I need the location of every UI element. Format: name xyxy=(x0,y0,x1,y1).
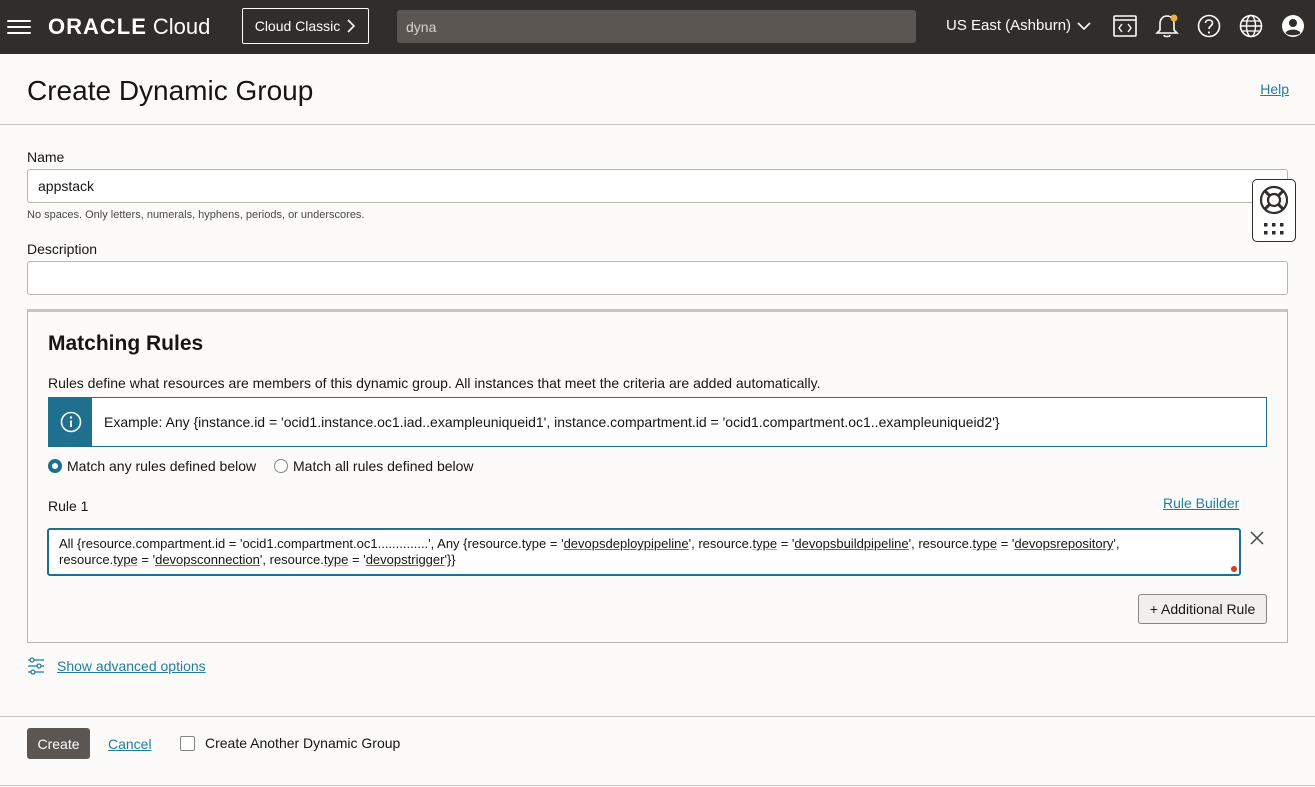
additional-rule-label: + Additional Rule xyxy=(1149,601,1256,617)
rule-text-segment: = ' xyxy=(997,536,1015,551)
name-label: Name xyxy=(27,149,65,165)
rule-text-segment: ', resource. xyxy=(259,552,324,567)
user-profile-icon[interactable] xyxy=(1280,13,1306,39)
cloud-classic-button[interactable]: Cloud Classic xyxy=(242,8,369,44)
create-button-label: Create xyxy=(37,735,80,752)
search-input[interactable]: dyna xyxy=(397,10,916,43)
rule-text-segment: resource. xyxy=(59,552,114,567)
rule-text-segment: devopstrigger xyxy=(365,552,445,567)
rule-text-segment: = ' xyxy=(348,552,366,567)
matching-rules-panel: Matching Rules Rules define what resourc… xyxy=(27,309,1288,643)
rule-text-segment: = ' xyxy=(777,536,795,551)
rule-text-segment: All {resource.compartment.id = 'ocid1.co… xyxy=(59,536,564,551)
help-question-icon[interactable] xyxy=(1196,13,1222,39)
rule-1-line-1: All {resource.compartment.id = 'ocid1.co… xyxy=(59,536,1229,552)
match-all-label: Match all rules defined below xyxy=(293,458,474,474)
region-label: US East (Ashburn) xyxy=(946,17,1072,34)
match-all-radio-option[interactable]: Match all rules defined below xyxy=(274,458,474,474)
logo-cloud-text: Cloud xyxy=(152,14,211,39)
hamburger-menu-icon[interactable] xyxy=(7,15,31,39)
match-any-radio-option[interactable]: Match any rules defined below xyxy=(48,458,256,474)
advanced-options-row: Show advanced options xyxy=(27,657,206,675)
chevron-right-icon xyxy=(347,19,356,33)
rule-text-segment: type xyxy=(972,536,998,551)
rule-text-segment: type xyxy=(113,552,138,567)
name-input-value: appstack xyxy=(38,178,95,194)
help-widget[interactable] xyxy=(1252,179,1296,242)
sliders-settings-icon[interactable] xyxy=(27,657,45,675)
lifebuoy-icon[interactable] xyxy=(1258,184,1290,216)
rule-text-segment: ', xyxy=(1113,536,1120,551)
resize-handle[interactable] xyxy=(1231,566,1237,572)
rule-text-segment: '}} xyxy=(444,552,456,567)
oracle-cloud-logo[interactable]: ORACLE Cloud xyxy=(48,13,210,41)
name-hint: No spaces. Only letters, numerals, hyphe… xyxy=(27,209,365,221)
page-header: Create Dynamic Group Help xyxy=(0,54,1315,125)
matching-rules-description: Rules define what resources are members … xyxy=(48,375,821,391)
rule-text-segment: type xyxy=(752,536,778,551)
region-selector[interactable]: US East (Ashburn) xyxy=(946,17,1091,34)
rule-text-segment: devopsrepository xyxy=(1014,536,1114,551)
name-input[interactable]: appstack xyxy=(27,169,1288,203)
search-value: dyna xyxy=(406,18,437,35)
help-link[interactable]: Help xyxy=(1260,81,1289,97)
rule-text-segment: devopsconnection xyxy=(155,552,260,567)
form-footer: Create Cancel Create Another Dynamic Gro… xyxy=(0,716,1315,786)
match-any-label: Match any rules defined below xyxy=(67,458,257,474)
matching-rules-title: Matching Rules xyxy=(48,332,204,355)
rule-text-segment: ', resource. xyxy=(908,536,973,551)
description-input[interactable] xyxy=(27,261,1288,295)
description-label: Description xyxy=(27,241,98,257)
remove-rule-close-icon[interactable] xyxy=(1249,530,1265,546)
additional-rule-button[interactable]: + Additional Rule xyxy=(1138,594,1267,624)
match-any-radio[interactable] xyxy=(48,459,62,473)
show-advanced-options-link[interactable]: Show advanced options xyxy=(57,658,206,674)
language-globe-icon[interactable] xyxy=(1238,13,1264,39)
cancel-link[interactable]: Cancel xyxy=(108,736,152,752)
rule-1-label: Rule 1 xyxy=(48,498,89,514)
rule-text-segment: = ' xyxy=(137,552,156,567)
logo-oracle-text: ORACLE xyxy=(48,14,147,39)
example-info-box: Example: Any {instance.id = 'ocid1.insta… xyxy=(48,397,1267,447)
example-text: Example: Any {instance.id = 'ocid1.insta… xyxy=(104,414,1000,430)
rule-1-line-2: resource.type = 'devopsconnection', reso… xyxy=(59,552,1229,568)
page-title: Create Dynamic Group xyxy=(27,75,314,106)
create-another-checkbox[interactable] xyxy=(180,736,195,751)
rule-builder-link[interactable]: Rule Builder xyxy=(1163,495,1239,511)
apps-grid-icon[interactable] xyxy=(1263,222,1285,236)
rule-1-textarea[interactable]: All {resource.compartment.id = 'ocid1.co… xyxy=(47,528,1241,576)
create-button[interactable]: Create xyxy=(27,728,90,759)
create-another-label: Create Another Dynamic Group xyxy=(205,735,401,751)
info-icon-area xyxy=(49,398,92,446)
info-icon xyxy=(60,411,81,433)
rule-text-segment: devopsbuildpipeline xyxy=(794,536,909,551)
notification-bell-icon[interactable] xyxy=(1154,13,1180,39)
rule-text-segment: ', resource. xyxy=(688,536,753,551)
code-editor-icon[interactable] xyxy=(1112,13,1138,39)
top-navigation-bar: ORACLE Cloud Cloud Classic dyna US East … xyxy=(0,0,1315,54)
rule-text-segment: type xyxy=(323,552,349,567)
chevron-down-icon xyxy=(1077,21,1091,30)
rule-text-segment: devopsdeploypipeline xyxy=(563,536,689,551)
cloud-classic-label: Cloud Classic xyxy=(254,18,341,34)
match-all-radio[interactable] xyxy=(274,459,288,473)
